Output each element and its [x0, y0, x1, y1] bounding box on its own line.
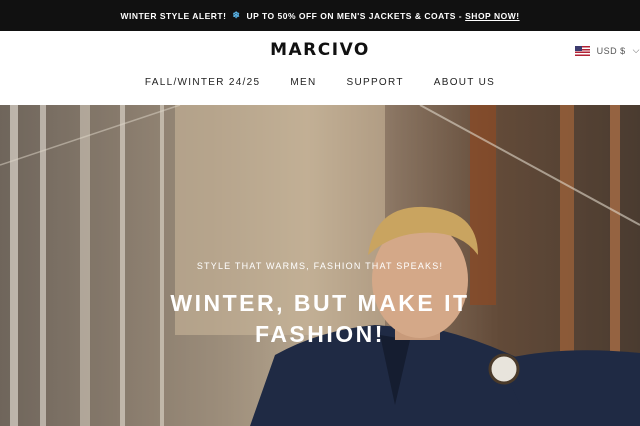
shop-now-link[interactable]: SHOP NOW!	[465, 11, 519, 21]
currency-label: USD $	[596, 45, 626, 56]
chevron-down-icon: ⌵	[632, 45, 640, 55]
hero-headline-line2: FASHION!	[255, 321, 385, 347]
snowflake-icon: ❄	[232, 10, 241, 20]
hero-kicker: STYLE THAT WARMS, FASHION THAT SPEAKS!	[196, 261, 444, 271]
nav-item-men[interactable]: MEN	[290, 77, 316, 88]
main-nav: FALL/WINTER 24/25 MEN SUPPORT ABOUT US	[0, 77, 640, 88]
announcement-prefix: WINTER STYLE ALERT!	[120, 10, 227, 21]
site-header: MARCIVO USD $ ⌵ FALL/WINTER 24/25 MEN SU…	[0, 31, 640, 105]
hero-banner: STYLE THAT WARMS, FASHION THAT SPEAKS! W…	[0, 105, 640, 426]
announcement-bar: WINTER STYLE ALERT! ❄ UP TO 50% OFF ON M…	[0, 0, 640, 31]
announcement-message: UP TO 50% OFF ON MEN'S JACKETS & COATS -	[246, 10, 463, 21]
nav-item-support[interactable]: SUPPORT	[347, 77, 404, 88]
currency-selector[interactable]: USD $ ⌵	[574, 45, 640, 56]
hero-headline: WINTER, BUT MAKE IT FASHION!	[0, 288, 640, 350]
logo[interactable]: MARCIVO	[0, 40, 640, 60]
nav-item-about-us[interactable]: ABOUT US	[434, 77, 495, 88]
nav-item-fall-winter[interactable]: FALL/WINTER 24/25	[145, 77, 260, 88]
us-flag-icon	[574, 45, 590, 56]
hero-headline-line1: WINTER, BUT MAKE IT	[170, 290, 470, 316]
